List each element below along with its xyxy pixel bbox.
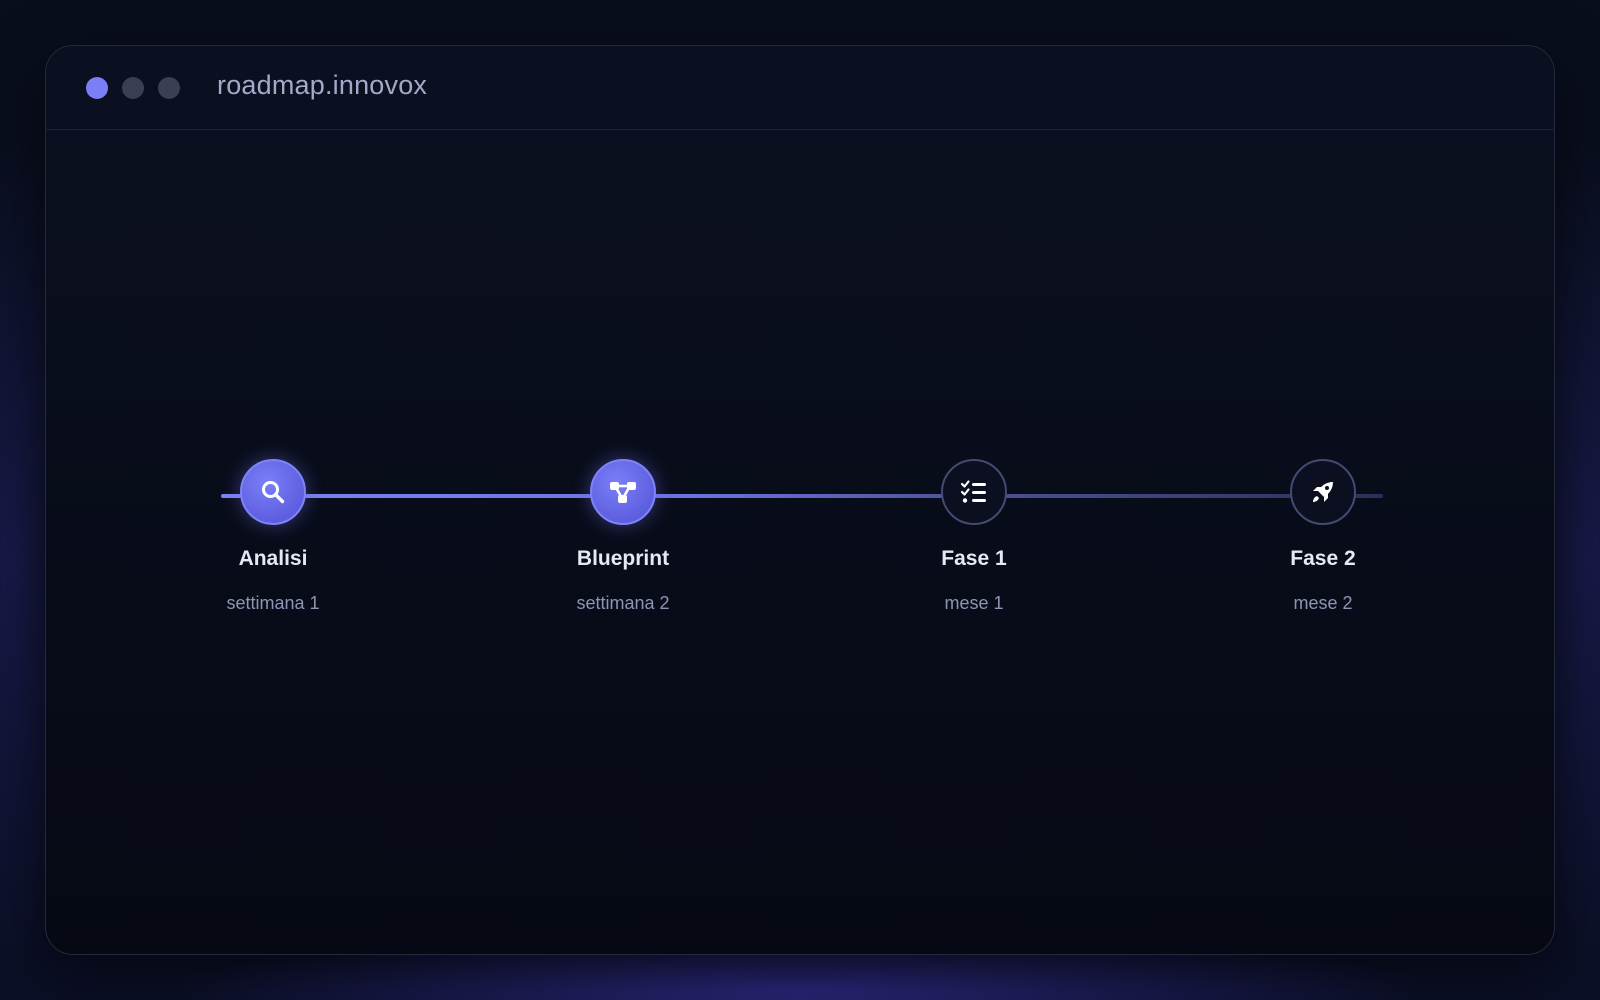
checklist-icon bbox=[960, 480, 986, 503]
flow-icon bbox=[610, 482, 636, 503]
window-title: roadmap.innovox bbox=[217, 70, 428, 100]
window-control-maximize[interactable] bbox=[158, 77, 180, 99]
window-titlebar: roadmap.innovox bbox=[46, 46, 1554, 130]
milestone-label: Blueprint bbox=[576, 547, 670, 570]
window-control-close[interactable] bbox=[86, 77, 108, 99]
milestone-time: mese 2 bbox=[1293, 593, 1353, 613]
milestone-node[interactable] bbox=[590, 459, 656, 525]
milestone-fase-2[interactable]: Fase 2 mese 2 bbox=[1223, 459, 1423, 614]
milestone-node[interactable] bbox=[941, 459, 1007, 525]
milestone-label: Fase 1 bbox=[941, 547, 1007, 570]
milestone-fase-1[interactable]: Fase 1 mese 1 bbox=[874, 459, 1074, 614]
milestone-blueprint[interactable]: Blueprint settimana 2 bbox=[523, 459, 723, 614]
search-icon bbox=[262, 481, 285, 504]
milestone-node[interactable] bbox=[240, 459, 306, 525]
browser-window: roadmap.innovox Analisi settimana 1 Blue… bbox=[45, 45, 1555, 955]
milestone-time: settimana 1 bbox=[226, 593, 320, 613]
page-background: roadmap.innovox Analisi settimana 1 Blue… bbox=[0, 0, 1600, 1000]
milestone-time: mese 1 bbox=[944, 593, 1004, 613]
milestone-time: settimana 2 bbox=[576, 593, 670, 613]
rocket-icon bbox=[1313, 482, 1333, 502]
milestone-label: Analisi bbox=[238, 547, 308, 570]
milestone-node[interactable] bbox=[1290, 459, 1356, 525]
milestone-analisi[interactable]: Analisi settimana 1 bbox=[173, 459, 373, 614]
milestone-label: Fase 2 bbox=[1290, 547, 1356, 570]
timeline-track bbox=[221, 494, 1383, 498]
window-control-minimize[interactable] bbox=[122, 77, 144, 99]
